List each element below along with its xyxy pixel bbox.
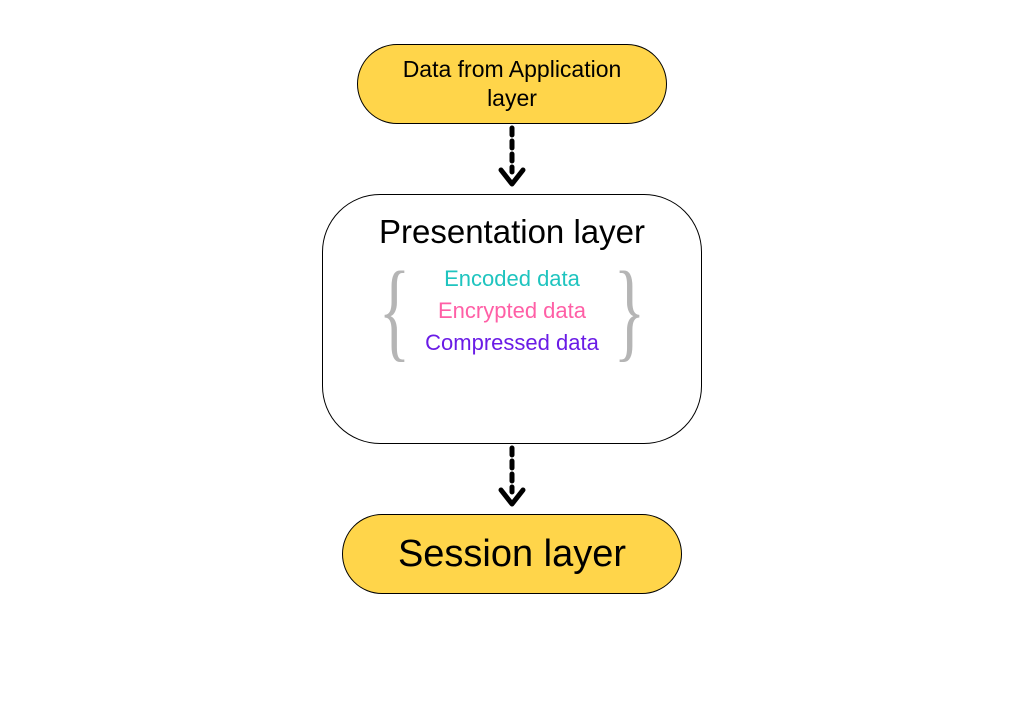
presentation-layer-box: Presentation layer { Encoded data Encryp…	[322, 194, 702, 444]
arrow-down-icon	[492, 124, 532, 194]
encrypted-data-label: Encrypted data	[438, 298, 586, 324]
session-layer-box: Session layer	[342, 514, 682, 594]
session-layer-label: Session layer	[398, 533, 626, 576]
arrow-down-icon	[492, 444, 532, 514]
application-layer-label: Data from Application layer	[376, 55, 648, 113]
left-brace-icon: {	[379, 261, 411, 360]
presentation-data-group: { Encoded data Encrypted data Compressed…	[368, 261, 655, 360]
presentation-layer-diagram: Data from Application layer Presentation…	[322, 44, 702, 594]
application-layer-box: Data from Application layer	[357, 44, 667, 124]
data-transform-list: Encoded data Encrypted data Compressed d…	[425, 266, 599, 356]
presentation-layer-title: Presentation layer	[379, 213, 645, 251]
compressed-data-label: Compressed data	[425, 330, 599, 356]
right-brace-icon: }	[613, 261, 645, 360]
encoded-data-label: Encoded data	[444, 266, 580, 292]
